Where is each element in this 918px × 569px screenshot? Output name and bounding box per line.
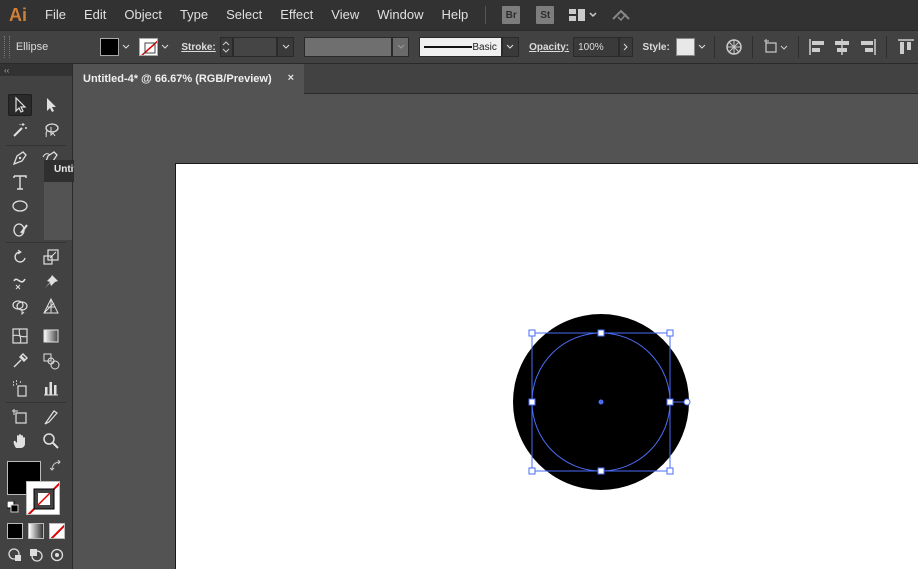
handle-top-left[interactable]: [528, 329, 536, 337]
handle-top-center[interactable]: [597, 329, 605, 337]
artwork-layer: [513, 314, 691, 490]
handle-middle-left[interactable]: [528, 398, 536, 406]
handle-bottom-right[interactable]: [666, 467, 674, 475]
center-point: [598, 399, 604, 405]
pie-widget-handle[interactable]: [683, 398, 691, 406]
handle-bottom-center[interactable]: [597, 467, 605, 475]
handle-top-right[interactable]: [666, 329, 674, 337]
handle-bottom-left[interactable]: [528, 467, 536, 475]
handle-middle-right[interactable]: [666, 398, 674, 406]
